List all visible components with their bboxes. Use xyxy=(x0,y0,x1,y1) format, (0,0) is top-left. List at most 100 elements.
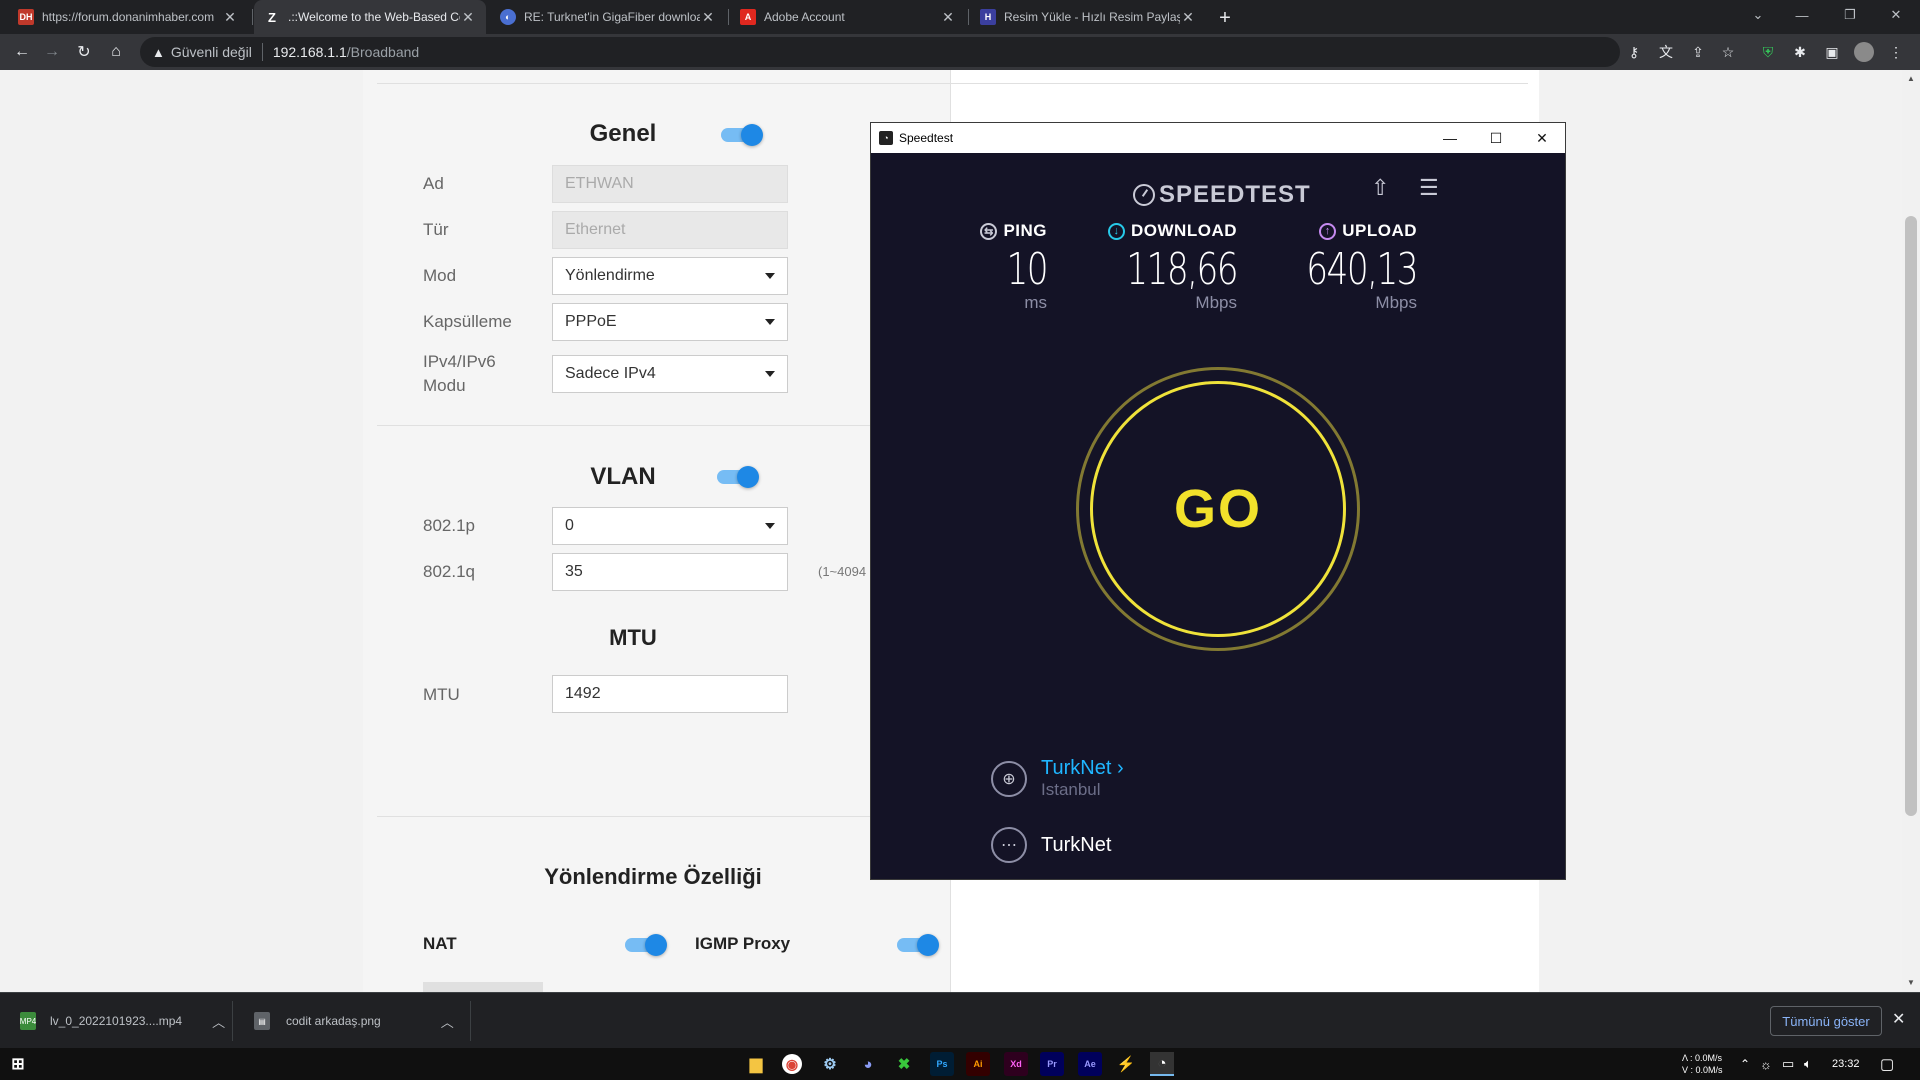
windows-start-icon[interactable]: ⊞ xyxy=(6,1052,30,1076)
vlan-toggle[interactable] xyxy=(717,466,759,488)
upload-label: UPLOAD xyxy=(1342,221,1417,240)
download-shelf: MP4 lv_0_2022101923....mp4 ︿ ▤ codit ark… xyxy=(0,992,1920,1048)
download-value: 118,66 xyxy=(1126,244,1238,295)
lightning-app-icon[interactable]: ⚡ xyxy=(1114,1052,1138,1076)
chevron-up-icon[interactable]: ︿ xyxy=(212,1012,225,1031)
tray-overflow-chevron-icon[interactable]: ⌃ xyxy=(1740,1048,1750,1080)
xbox-icon[interactable]: ✖ xyxy=(892,1052,916,1076)
address-bar[interactable]: ▲ Güvenli değil 192.168.1.1 /Broadband xyxy=(140,37,1620,67)
ipmode-select[interactable]: Sadece IPv4 xyxy=(552,355,788,393)
speedtest-close-icon[interactable]: ✕ xyxy=(1519,123,1565,153)
restore-browser-icon[interactable]: ❐ xyxy=(1828,0,1872,30)
speedtest-minimize-icon[interactable]: — xyxy=(1427,123,1473,153)
share-icon[interactable]: ⇪ xyxy=(1686,40,1710,64)
url-path[interactable]: /Broadband xyxy=(347,44,419,60)
bookmark-star-icon[interactable]: ☆ xyxy=(1716,40,1740,64)
home-icon[interactable]: ⌂ xyxy=(104,40,128,64)
mtu-input[interactable]: 1492 xyxy=(552,675,788,713)
tab-router-admin[interactable]: Z .::Welcome to the Web-Based Co ✕ xyxy=(254,0,486,34)
tab-adobe-account[interactable]: A Adobe Account ✕ xyxy=(730,0,966,34)
translate-icon[interactable]: 文 xyxy=(1654,40,1678,64)
speedtest-taskbar-icon[interactable]: ◔ xyxy=(1150,1052,1174,1076)
page-scrollbar[interactable]: ▲ ▼ xyxy=(1902,70,1920,992)
ad-label: Ad xyxy=(423,174,444,193)
8021q-input[interactable]: 35 xyxy=(552,553,788,591)
genel-toggle[interactable] xyxy=(721,124,763,146)
server-name[interactable]: TurkNet › xyxy=(1041,757,1124,780)
chevron-up-icon[interactable]: ︿ xyxy=(441,1012,454,1031)
network-icon[interactable]: ▭ xyxy=(1782,1048,1794,1080)
scroll-down-icon[interactable]: ▼ xyxy=(1902,976,1920,990)
go-button[interactable]: GO xyxy=(1090,381,1346,637)
speedtest-maximize-icon[interactable]: ☐ xyxy=(1473,123,1519,153)
back-arrow-icon[interactable]: ← xyxy=(10,40,34,64)
scrollbar-thumb[interactable] xyxy=(1905,216,1917,816)
close-browser-icon[interactable]: ✕ xyxy=(1874,0,1918,30)
download-filename: codit arkadaş.png xyxy=(286,1014,381,1028)
extensions-puzzle-icon[interactable]: ✱ xyxy=(1788,40,1812,64)
network-speed-monitor: Λ : 0.0M/s V : 0.0M/s xyxy=(1682,1053,1723,1075)
reload-icon[interactable]: ↻ xyxy=(72,40,96,64)
shield-extension-icon[interactable]: ⛨ xyxy=(1756,40,1780,64)
download-filename: lv_0_2022101923....mp4 xyxy=(50,1014,183,1028)
net-down-speed: 0.0M/s xyxy=(1695,1065,1723,1075)
speedtest-titlebar[interactable]: ◔ Speedtest — ☐ ✕ xyxy=(871,123,1565,153)
chrome-icon[interactable]: ◉ xyxy=(782,1054,802,1074)
share-upload-icon[interactable]: ⇧ xyxy=(1371,175,1389,201)
security-status[interactable]: Güvenli değil xyxy=(171,44,252,60)
notification-center-icon[interactable]: ▢ xyxy=(1880,1048,1894,1080)
igmp-proxy-toggle[interactable] xyxy=(897,934,939,956)
tur-label: Tür xyxy=(423,220,449,239)
photoshop-icon[interactable]: Ps xyxy=(930,1052,954,1076)
gauge-logo-icon xyxy=(1133,184,1155,206)
tab-turknet-forum[interactable]: ◐ RE: Turknet'in GigaFiber downloa ✕ xyxy=(490,0,726,34)
tab-donanimhaber[interactable]: DH https://forum.donanimhaber.com ✕ xyxy=(8,0,248,34)
close-tab-icon[interactable]: ✕ xyxy=(460,9,476,26)
8021p-select[interactable]: 0 xyxy=(552,507,788,545)
key-icon[interactable]: ⚷ xyxy=(1622,40,1646,64)
warning-triangle-icon[interactable]: ▲ xyxy=(152,45,165,60)
close-tab-icon[interactable]: ✕ xyxy=(940,9,956,26)
file-explorer-icon[interactable]: ▆ xyxy=(744,1052,768,1076)
scroll-up-icon[interactable]: ▲ xyxy=(1902,72,1920,86)
tab-label: https://forum.donanimhaber.com xyxy=(42,10,215,24)
profile-avatar[interactable] xyxy=(1852,40,1876,64)
close-download-shelf-icon[interactable]: ✕ xyxy=(1892,1009,1905,1029)
settings-form-panel: Genel Ad ETHWAN Tür Ethernet Mod Yönlend… xyxy=(363,70,1528,992)
download-item[interactable]: ▤ codit arkadaş.png ︿ xyxy=(254,993,454,1049)
forward-arrow-icon[interactable]: → xyxy=(40,40,64,64)
close-tab-icon[interactable]: ✕ xyxy=(1180,9,1196,26)
steam-icon[interactable]: ⚙ xyxy=(818,1052,842,1076)
tab-label: Adobe Account xyxy=(764,10,845,24)
url-host[interactable]: 192.168.1.1 xyxy=(273,44,347,60)
tab-resim-yukle[interactable]: H Resim Yükle - Hızlı Resim Paylaş ✕ xyxy=(970,0,1206,34)
premiere-icon[interactable]: Pr xyxy=(1040,1052,1064,1076)
close-tab-icon[interactable]: ✕ xyxy=(700,9,716,26)
side-panel-icon[interactable]: ▣ xyxy=(1820,40,1844,64)
show-all-downloads-button[interactable]: Tümünü göster xyxy=(1770,1006,1882,1036)
new-tab-button[interactable]: + xyxy=(1212,5,1238,31)
clock[interactable]: 23:32 xyxy=(1832,1048,1860,1080)
menu-kebab-icon[interactable]: ⋮ xyxy=(1884,40,1908,64)
tur-input[interactable]: Ethernet xyxy=(552,211,788,249)
tab-search-chevron-icon[interactable]: ⌄ xyxy=(1736,0,1780,30)
after-effects-icon[interactable]: Ae xyxy=(1078,1052,1102,1076)
browser-toolbar: ← → ↻ ⌂ ▲ Güvenli değil 192.168.1.1 /Bro… xyxy=(0,34,1920,70)
mod-select[interactable]: Yönlendirme xyxy=(552,257,788,295)
volume-icon[interactable]: 🔈︎ xyxy=(1804,1048,1812,1080)
download-item[interactable]: MP4 lv_0_2022101923....mp4 ︿ xyxy=(20,993,225,1049)
video-file-icon: MP4 xyxy=(20,1012,36,1030)
settings-sliders-icon[interactable]: ☰ xyxy=(1419,175,1439,201)
close-tab-icon[interactable]: ✕ xyxy=(222,9,238,26)
mod-label: Mod xyxy=(423,266,457,285)
xd-icon[interactable]: Xd xyxy=(1004,1052,1028,1076)
illustrator-icon[interactable]: Ai xyxy=(966,1052,990,1076)
server-selector[interactable]: ⊕ TurkNet › Istanbul xyxy=(991,757,1124,800)
brightness-icon[interactable]: ☼ xyxy=(1760,1048,1772,1080)
discord-icon[interactable]: ◕ xyxy=(856,1052,880,1076)
nat-toggle[interactable] xyxy=(625,934,667,956)
kapsulleme-select[interactable]: PPPoE xyxy=(552,303,788,341)
ad-input[interactable]: ETHWAN xyxy=(552,165,788,203)
minimize-browser-icon[interactable]: — xyxy=(1780,0,1824,30)
section-title-genel: Genel xyxy=(589,120,657,147)
